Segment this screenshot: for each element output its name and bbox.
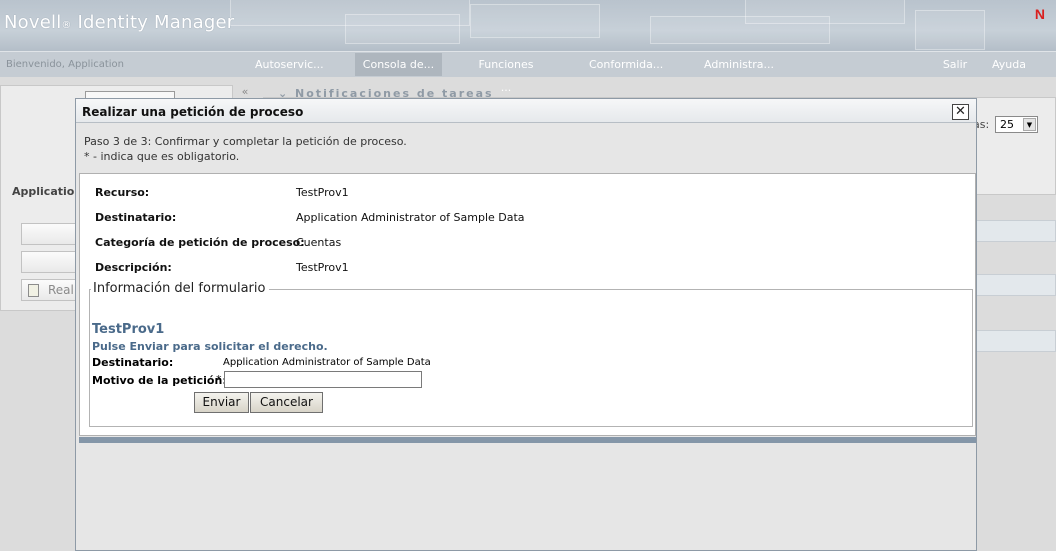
reason-input[interactable] (224, 371, 422, 388)
required-asterisk: * (216, 373, 222, 386)
left-panel-user: Application (12, 185, 83, 198)
description-value: TestProv1 (296, 261, 349, 274)
welcome-text: Bienvenido, Application (6, 59, 125, 70)
submit-button[interactable]: Enviar (194, 392, 249, 413)
chevron-down-icon: ▼ (1023, 118, 1036, 131)
main-nav: Bienvenido, Application Autoservic... Co… (0, 51, 1056, 94)
resource-label: Recurso: (95, 186, 150, 199)
header-decoration (915, 10, 985, 50)
per-page-select[interactable]: 25 ▼ (995, 116, 1038, 133)
tab-conformidad[interactable]: Conformida... (583, 53, 667, 76)
dialog-titlebar: Realizar una petición de proceso ✕ (76, 99, 976, 123)
form-legend: Información del formulario (91, 281, 270, 296)
help-link[interactable]: Ayuda (986, 53, 1032, 76)
step-indicator: Paso 3 de 3: Confirmar y completar la pe… (84, 135, 407, 148)
form-recipient-value: Application Administrator of Sample Data (223, 357, 431, 368)
process-request-dialog: Realizar una petición de proceso ✕ Paso … (75, 98, 977, 551)
category-value: Cuentas (296, 236, 342, 249)
dialog-title: Realizar una petición de proceso (82, 105, 304, 119)
category-label: Categoría de petición de proceso: (95, 236, 305, 249)
make-request-label: Reali (48, 283, 78, 297)
recipient-value: Application Administrator of Sample Data (296, 211, 525, 224)
novell-logo: N (1034, 6, 1045, 22)
cancel-button[interactable]: Cancelar (250, 392, 323, 413)
form-instruction: Pulse Enviar para solicitar el derecho. (92, 340, 328, 353)
header-decoration (745, 0, 905, 24)
dialog-separator-bar (79, 437, 976, 443)
tab-administracion[interactable]: Administra... (698, 53, 780, 76)
form-title: TestProv1 (92, 322, 165, 337)
app-header: Novell® Identity Manager N (0, 0, 1056, 51)
close-icon[interactable]: ✕ (952, 104, 969, 120)
description-label: Descripción: (95, 261, 172, 274)
dialog-content: Recurso: TestProv1 Destinatario: Applica… (79, 173, 976, 436)
required-note: * - indica que es obligatorio. (84, 150, 240, 163)
recipient-label: Destinatario: (95, 211, 177, 224)
header-decoration (470, 4, 600, 38)
reason-label: Motivo de la petición: (92, 374, 227, 387)
header-decoration (345, 14, 460, 44)
form-recipient-label: Destinatario: (92, 356, 174, 369)
tab-autoservicio[interactable]: Autoservic... (249, 53, 325, 76)
tab-consola[interactable]: Consola de... (355, 53, 442, 76)
resource-value: TestProv1 (296, 186, 349, 199)
logout-link[interactable]: Salir (936, 53, 974, 76)
brand-title: Novell® Identity Manager (4, 12, 235, 33)
document-icon (28, 284, 39, 297)
tab-funciones[interactable]: Funciones ... (470, 53, 542, 94)
